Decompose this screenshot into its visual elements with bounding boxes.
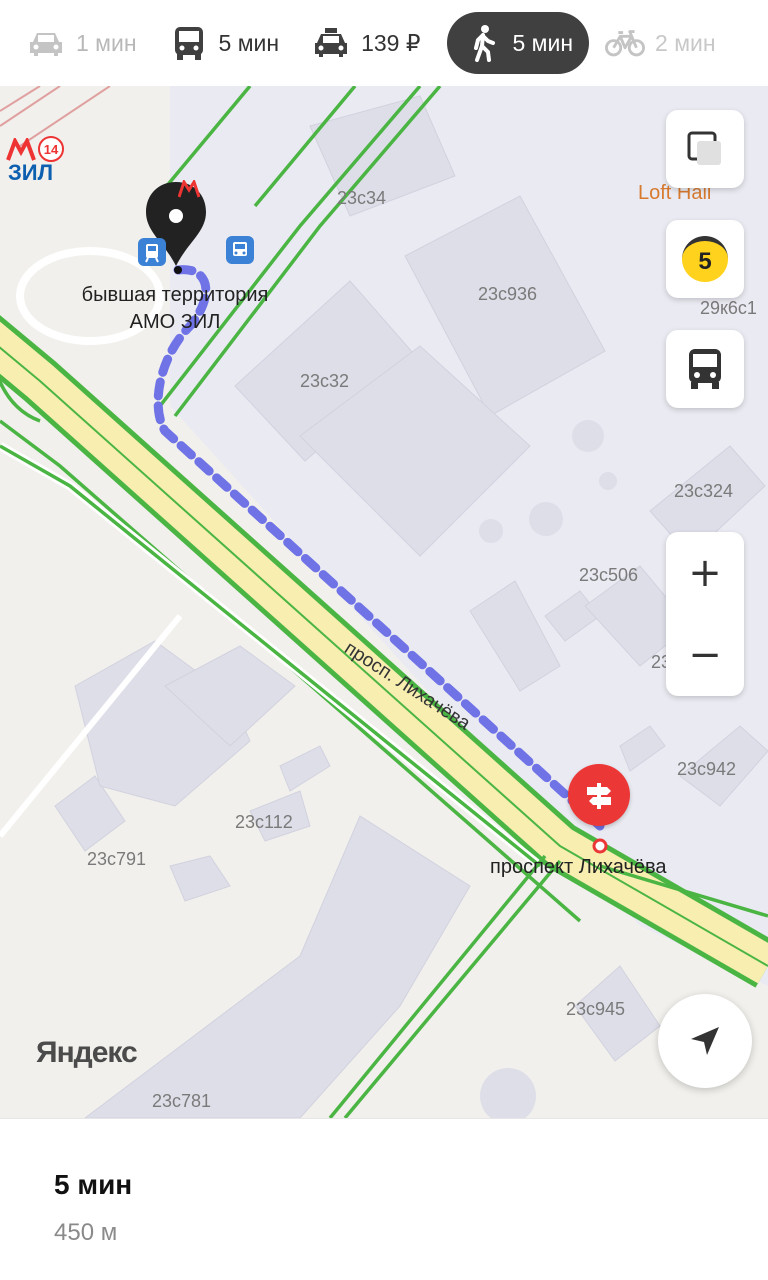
mode-car[interactable]: 1 мин [20,12,153,74]
bus-icon [689,349,721,389]
metro-line-badge: 14 [38,136,64,162]
map-base [0,86,768,1118]
building-label: 23с112 [235,812,293,832]
route-time: 5 мин [54,1169,133,1200]
transport-mode-bar: 1 мин 5 мин 139 ₽ 5 мин 2 мин [0,0,768,86]
building-label: 23с791 [87,849,147,869]
zoom-out-button[interactable]: − [666,614,744,696]
bus-stop-icon[interactable] [226,236,254,264]
start-place-line2: АМО ЗИЛ [129,311,221,333]
map-view[interactable]: 14 ЗИЛ бывшая территория АМО ЗИЛ 23с34 2… [0,86,768,1118]
route-distance: 450 м [54,1219,118,1246]
start-place-line1: бывшая территория [81,284,269,306]
transit-layer-button[interactable] [666,330,744,408]
layers-button[interactable] [666,110,744,188]
destination-pin[interactable] [568,764,630,826]
mode-walk[interactable]: 5 мин [446,12,590,74]
traffic-button[interactable]: 5 [666,220,744,298]
tram-stop-icon[interactable] [138,238,166,266]
layers-icon [687,131,721,165]
building-label: 23с781 [152,1091,212,1111]
mode-bike[interactable]: 2 мин [599,12,732,74]
car-icon [26,23,66,63]
building-label: 23с506 [579,565,639,585]
mode-bus-label: 5 мин [218,29,280,56]
building-label: 23с945 [566,999,626,1019]
destination-label: проспект Лихачёва [490,856,667,878]
building-label: 23с324 [674,481,734,501]
locate-me-button[interactable] [658,994,752,1088]
mode-bus[interactable]: 5 мин [163,12,296,74]
building-label: 23с34 [337,188,387,208]
start-place-label: бывшая территория АМО ЗИЛ [60,282,290,336]
mode-taxi-label: 139 ₽ [361,29,421,56]
building-label: 23с32 [300,371,350,391]
building-label: 29к6с1 [700,298,757,318]
route-summary-sheet[interactable]: 5 мин 450 м [0,1118,768,1280]
building-label: 23с942 [677,759,737,779]
zoom-control: + − [666,532,744,696]
traffic-score-icon: 5 [682,236,728,282]
metro-m-icon [177,178,201,203]
navigation-arrow-icon [691,1027,719,1055]
bicycle-icon [605,23,646,63]
building-label: 23с936 [478,284,538,304]
signpost-icon [587,783,611,809]
mode-bike-label: 2 мин [655,29,716,56]
mode-taxi[interactable]: 139 ₽ [305,12,436,74]
bus-icon [169,23,209,63]
mode-walk-label: 5 мин [512,29,574,56]
mode-car-label: 1 мин [76,29,137,56]
zoom-in-button[interactable]: + [666,532,744,614]
metro-station-label[interactable]: ЗИЛ [8,160,53,186]
taxi-icon [311,23,351,63]
walking-person-icon [463,23,503,63]
yandex-logo: Яндекс [36,1036,138,1069]
